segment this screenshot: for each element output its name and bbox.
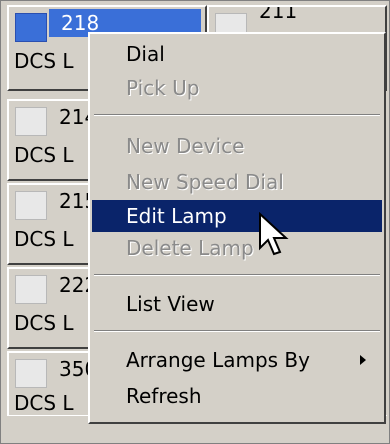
context-menu: Dial Pick Up New Device New Speed Dial E… bbox=[88, 32, 386, 424]
lamp-indicator bbox=[15, 13, 47, 42]
menu-separator bbox=[94, 114, 380, 116]
lamp-label: DCS L bbox=[14, 143, 74, 167]
menu-item-refresh[interactable]: Refresh bbox=[92, 380, 382, 412]
menu-separator bbox=[94, 274, 380, 276]
menu-separator bbox=[94, 330, 380, 332]
menu-item-label: Arrange Lamps By bbox=[126, 348, 310, 372]
menu-item-pick-up[interactable]: Pick Up bbox=[92, 72, 382, 104]
menu-item-arrange-lamps-by[interactable]: Arrange Lamps By bbox=[92, 344, 382, 376]
menu-item-new-speed-dial[interactable]: New Speed Dial bbox=[92, 166, 382, 198]
submenu-arrow-icon bbox=[360, 355, 366, 365]
menu-item-list-view[interactable]: List View bbox=[92, 288, 382, 320]
lamp-number: 211 bbox=[259, 5, 298, 23]
lamp-label: DCS L bbox=[14, 391, 74, 415]
lamp-label: DCS L bbox=[14, 311, 74, 335]
menu-item-dial[interactable]: Dial bbox=[92, 38, 382, 70]
lamp-label: DCS L bbox=[14, 227, 74, 251]
menu-item-new-device[interactable]: New Device bbox=[92, 130, 382, 162]
menu-item-edit-lamp[interactable]: Edit Lamp bbox=[92, 200, 382, 232]
lamp-indicator bbox=[15, 359, 47, 388]
lamp-indicator bbox=[15, 275, 47, 304]
lamp-indicator bbox=[15, 191, 47, 220]
menu-item-delete-lamp[interactable]: Delete Lamp bbox=[92, 232, 382, 264]
lamp-indicator bbox=[15, 107, 47, 136]
arrow-cursor-icon bbox=[259, 212, 289, 256]
lamp-label: DCS L bbox=[14, 49, 74, 73]
